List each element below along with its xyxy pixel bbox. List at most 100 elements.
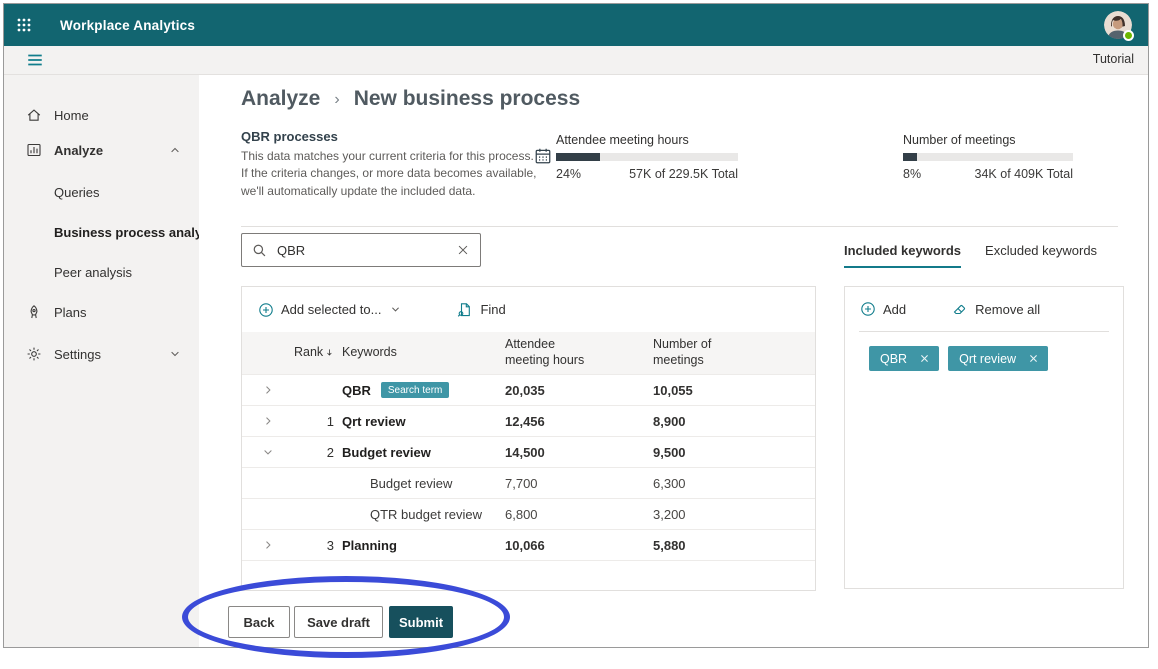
- hours-cell: 7,700: [505, 475, 538, 491]
- meetings-cell: 5,880: [653, 537, 686, 553]
- keywords-panel-toolbar: Add Remove all: [845, 287, 1123, 331]
- meetings-cell: 10,055: [653, 382, 693, 398]
- chip-label: Qrt review: [959, 351, 1017, 366]
- keyword-search-box: [241, 233, 481, 267]
- calendar-icon: [534, 147, 552, 165]
- sidebar-item-settings[interactable]: Settings: [4, 339, 199, 369]
- rocket-icon: [26, 304, 42, 320]
- sidebar-item-queries[interactable]: Queries: [4, 177, 199, 207]
- process-description: This data matches your current criteria …: [241, 149, 537, 198]
- presence-available-dot: [1123, 30, 1134, 41]
- find-label: Find: [480, 302, 506, 317]
- tab-excluded-keywords[interactable]: Excluded keywords: [985, 243, 1097, 268]
- table-row-child[interactable]: Budget review 7,700 6,300: [242, 467, 815, 498]
- sidebar-item-analyze[interactable]: Analyze: [4, 135, 199, 165]
- find-document-icon: [457, 302, 473, 318]
- chevron-up-icon[interactable]: [169, 144, 181, 156]
- keyword-cell: Qrt review: [342, 413, 406, 429]
- process-name: QBR processes: [241, 129, 338, 144]
- sidebar-item-label: Analyze: [54, 142, 104, 158]
- table-row[interactable]: 3 Planning 10,066 5,880: [242, 529, 815, 560]
- column-header-keywords: Keywords: [342, 345, 397, 360]
- hamburger-menu-icon[interactable]: [26, 51, 46, 71]
- keyword-cell: Budget review: [370, 475, 453, 491]
- circle-plus-icon: [258, 302, 274, 318]
- add-selected-to-label: Add selected to...: [281, 302, 382, 317]
- sidebar-item-plans[interactable]: Plans: [4, 297, 199, 327]
- meetings-cell: 9,500: [653, 444, 686, 460]
- back-button[interactable]: Back: [228, 606, 290, 638]
- app-window: Workplace Analytics Tutorial Home Analyz…: [3, 3, 1149, 658]
- chip-remove-icon[interactable]: [1028, 353, 1039, 364]
- metric-label: Number of meetings: [903, 133, 1016, 147]
- hours-cell: 10,066: [505, 537, 545, 553]
- breadcrumb-section[interactable]: Analyze: [241, 87, 320, 111]
- command-strip: Tutorial: [4, 46, 1148, 75]
- column-header-attendee-meeting-hours: Attendee meeting hours: [505, 337, 585, 367]
- save-draft-button[interactable]: Save draft: [294, 606, 383, 638]
- eraser-icon: [952, 301, 968, 317]
- chevron-down-icon[interactable]: [169, 348, 181, 360]
- chip-label: QBR: [880, 351, 908, 366]
- bar-chart-icon: [26, 142, 42, 158]
- table-row-child[interactable]: QTR budget review 6,800 3,200: [242, 498, 815, 529]
- user-avatar[interactable]: [1104, 11, 1134, 41]
- rank-cell: 3: [326, 537, 334, 553]
- meetings-cell: 3,200: [653, 506, 686, 522]
- keyword-chip: Qrt review: [948, 346, 1049, 371]
- search-input[interactable]: [277, 242, 456, 258]
- keyword-cell: QBR: [342, 382, 371, 398]
- metric-total: 34K of 409K Total: [974, 167, 1073, 181]
- keyword-cell: Budget review: [342, 444, 431, 460]
- remove-all-button[interactable]: Remove all: [952, 301, 1040, 317]
- app-launcher-waffle-icon[interactable]: [4, 4, 44, 46]
- table-row[interactable]: 1 Qrt review 12,456 8,900: [242, 405, 815, 436]
- sidebar-item-business-process-analysis[interactable]: Business process analysis: [4, 217, 220, 247]
- section-divider: [241, 226, 1118, 227]
- metric-total: 57K of 229.5K Total: [629, 167, 738, 181]
- top-app-bar: Workplace Analytics: [4, 4, 1148, 46]
- metric-percent: 24%: [556, 167, 582, 181]
- circle-plus-icon: [860, 301, 876, 317]
- meetings-cell: 6,300: [653, 475, 686, 491]
- column-header-number-of-meetings: Number of meetings: [653, 337, 712, 367]
- add-keyword-button[interactable]: Add: [860, 301, 906, 317]
- sort-descending-icon: [325, 348, 334, 359]
- submit-button[interactable]: Submit: [389, 606, 453, 638]
- find-button[interactable]: Find: [457, 302, 506, 318]
- keyword-cell: QTR budget review: [370, 506, 482, 522]
- gear-icon: [26, 346, 42, 362]
- meetings-cell: 8,900: [653, 413, 686, 429]
- hours-cell: 6,800: [505, 506, 538, 522]
- chevron-down-icon[interactable]: [262, 446, 274, 458]
- metric-attendee-meeting-hours: Attendee meeting hours 24% 57K of 229.5K…: [535, 133, 738, 181]
- metric-label: Attendee meeting hours: [556, 133, 689, 147]
- tutorial-link[interactable]: Tutorial: [1093, 52, 1134, 66]
- chevron-right-icon[interactable]: [262, 415, 274, 427]
- hours-cell: 20,035: [505, 382, 545, 398]
- chip-remove-icon[interactable]: [919, 353, 930, 364]
- keyword-chip: QBR: [869, 346, 940, 371]
- add-selected-to-button[interactable]: Add selected to...: [258, 302, 401, 318]
- column-header-rank[interactable]: Rank: [294, 345, 334, 361]
- sidebar-item-label: Peer analysis: [54, 264, 133, 280]
- rank-cell: 1: [326, 413, 334, 429]
- progress-bar: [556, 153, 738, 161]
- tab-included-keywords[interactable]: Included keywords: [844, 243, 962, 268]
- table-toolbar: Add selected to... Find: [242, 287, 815, 332]
- progress-bar: [903, 153, 1073, 161]
- chevron-right-icon[interactable]: [262, 384, 274, 396]
- table-row[interactable]: 2 Budget review 14,500 9,500: [242, 436, 815, 467]
- sidebar-item-peer-analysis[interactable]: Peer analysis: [4, 257, 199, 287]
- metric-number-of-meetings: Number of meetings 8% 34K of 409K Total: [903, 133, 1073, 181]
- sidebar-item-label: Home: [54, 107, 89, 123]
- sidebar-item-home[interactable]: Home: [4, 100, 199, 130]
- add-label: Add: [883, 301, 907, 317]
- chevron-right-icon[interactable]: [262, 539, 274, 551]
- keyword-cell: Planning: [342, 537, 397, 553]
- home-icon: [26, 107, 42, 123]
- keywords-tabs: Included keywords Excluded keywords: [844, 243, 1097, 268]
- clear-search-icon[interactable]: [456, 243, 470, 257]
- table-row[interactable]: QBR Search term 20,035 10,055: [242, 374, 815, 405]
- chevron-down-icon: [390, 304, 401, 315]
